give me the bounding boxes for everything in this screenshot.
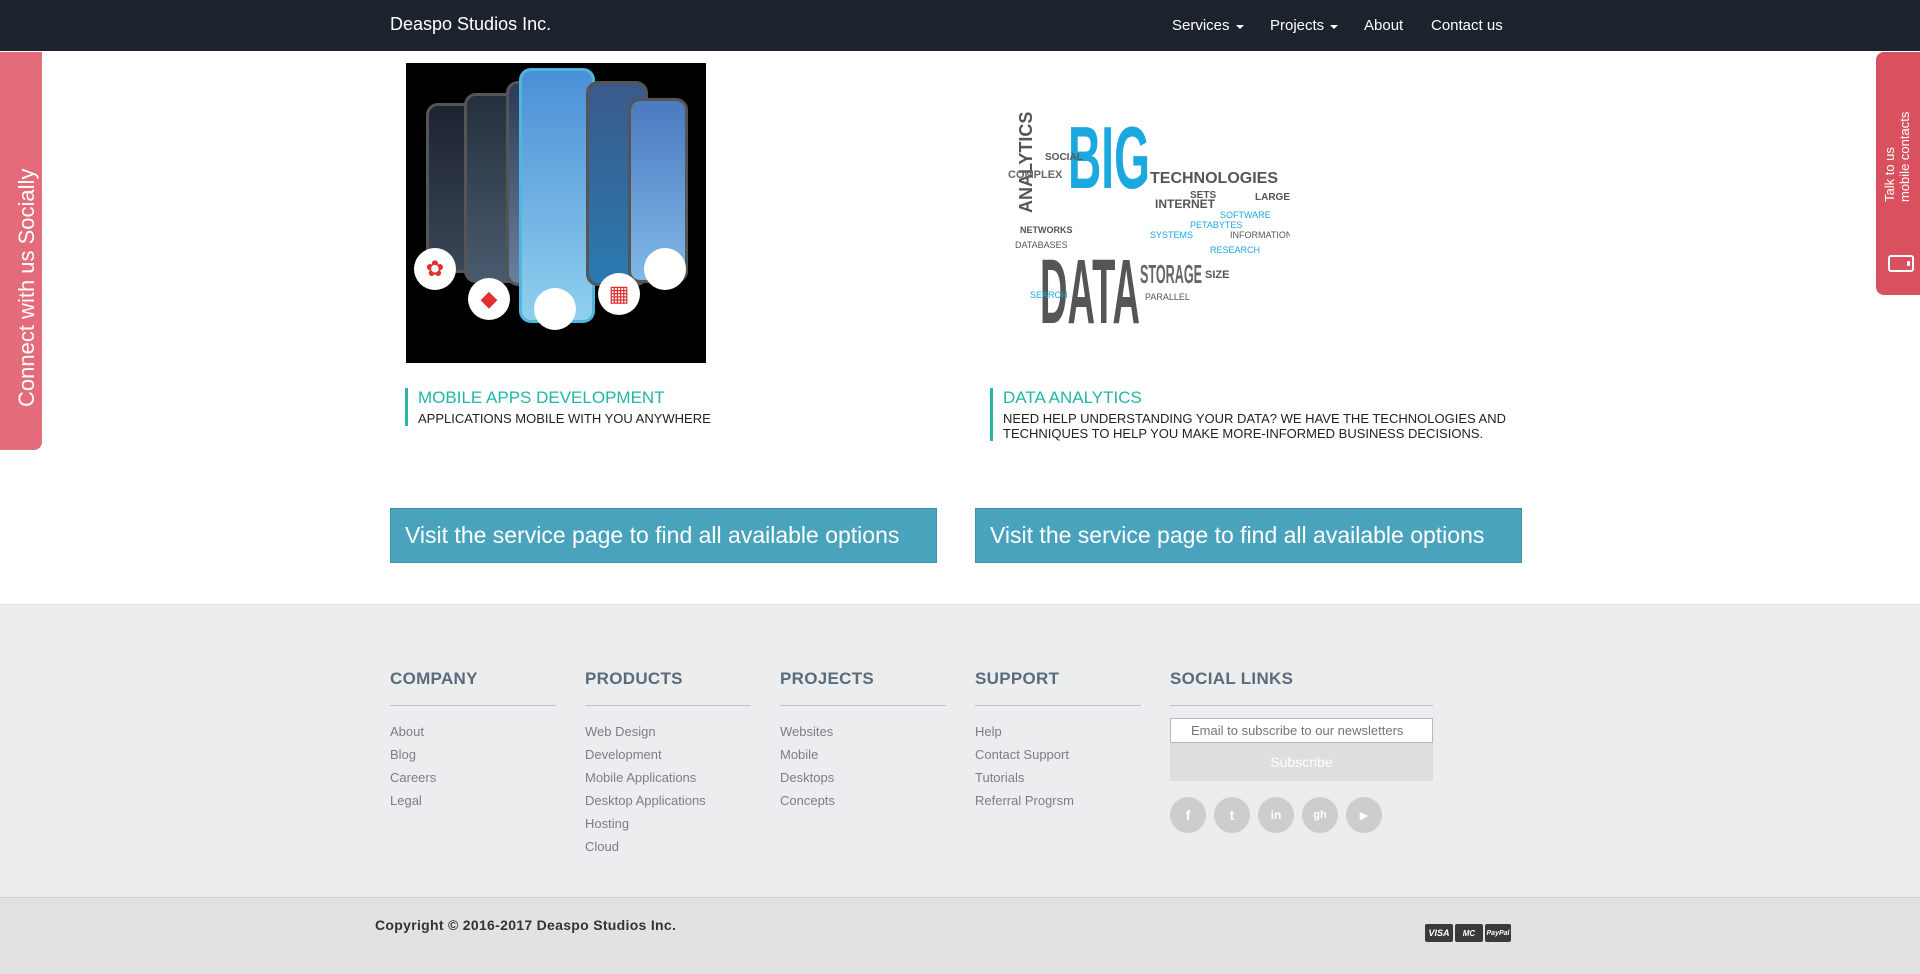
footer-link[interactable]: Websites: [780, 720, 946, 743]
copyright-text: Copyright © 2016-2017 Deaspo Studios Inc…: [375, 917, 677, 933]
nav-services-label: Services: [1172, 17, 1230, 34]
contact-tab-line1: Talk to us: [1882, 147, 1897, 202]
footer-link[interactable]: About: [390, 720, 556, 743]
divider: [390, 705, 556, 706]
nav-contact-label: Contact us: [1431, 17, 1503, 34]
bottom-bar: Copyright © 2016-2017 Deaspo Studios Inc…: [0, 897, 1920, 974]
footer-link[interactable]: Desktop Applications: [585, 789, 751, 812]
visa-icon: VISA: [1425, 924, 1453, 942]
big-data-image: BIG DATA TECHNOLOGIES STORAGE ANALYTICS …: [990, 88, 1292, 343]
mobile-phone-icon: [1888, 255, 1914, 272]
footer-link[interactable]: Development: [585, 743, 751, 766]
footer-col-social: SOCIAL LINKS: [1170, 669, 1433, 720]
svg-text:TECHNOLOGIES: TECHNOLOGIES: [1150, 170, 1278, 187]
linkedin-icon[interactable]: in: [1258, 797, 1294, 833]
connect-socially-label: Connect with us Socially: [14, 168, 39, 407]
svg-text:NETWORKS: NETWORKS: [1020, 225, 1073, 235]
footer-link[interactable]: Mobile: [780, 743, 946, 766]
footer-col-company: COMPANY About Blog Careers Legal: [390, 669, 556, 812]
divider: [780, 705, 946, 706]
visit-service-page-button[interactable]: Visit the service page to find all avail…: [390, 508, 937, 563]
svg-text:RESEARCH: RESEARCH: [1210, 245, 1260, 255]
youtube-icon[interactable]: ▶: [1346, 797, 1382, 833]
footer: COMPANY About Blog Careers Legal PRODUCT…: [0, 604, 1920, 897]
service-mobile-apps: MOBILE APPS DEVELOPMENT APPLICATIONS MOB…: [405, 388, 935, 426]
footer-link[interactable]: Hosting: [585, 812, 751, 835]
svg-text:SYSTEMS: SYSTEMS: [1150, 230, 1193, 240]
github-icon[interactable]: gh: [1302, 797, 1338, 833]
footer-link[interactable]: Tutorials: [975, 766, 1141, 789]
service-title: DATA ANALYTICS: [1003, 388, 1142, 407]
footer-col-products: PRODUCTS Web Design Development Mobile A…: [585, 669, 751, 858]
nav-projects[interactable]: Projects: [1270, 17, 1339, 34]
svg-text:SOFTWARE: SOFTWARE: [1220, 210, 1271, 220]
footer-link[interactable]: Web Design: [585, 720, 751, 743]
brand-logo[interactable]: Deaspo Studios Inc.: [390, 14, 551, 35]
footer-link[interactable]: Blog: [390, 743, 556, 766]
newsletter-email-input[interactable]: [1170, 718, 1433, 743]
caret-down-icon: [1330, 24, 1339, 29]
svg-text:INFORMATION: INFORMATION: [1230, 230, 1290, 240]
nav-about-label: About: [1364, 17, 1404, 34]
divider: [975, 705, 1141, 706]
footer-link[interactable]: Help: [975, 720, 1141, 743]
caret-down-icon: [1235, 24, 1244, 29]
footer-col-support: SUPPORT Help Contact Support Tutorials R…: [975, 669, 1141, 812]
contact-tab-text: Talk to us mobile contacts: [1882, 112, 1912, 202]
footer-heading: PROJECTS: [780, 669, 875, 688]
footer-link[interactable]: Careers: [390, 766, 556, 789]
svg-text:SETS: SETS: [1190, 190, 1216, 201]
service-data-analytics: DATA ANALYTICS NEED HELP UNDERSTANDING Y…: [990, 388, 1520, 441]
service-description: APPLICATIONS MOBILE WITH YOU ANYWHERE: [418, 411, 711, 426]
svg-text:SEARCH: SEARCH: [1030, 290, 1068, 300]
footer-heading: SOCIAL LINKS: [1170, 669, 1294, 688]
svg-text:SIZE: SIZE: [1205, 269, 1229, 281]
footer-heading: PRODUCTS: [585, 669, 683, 688]
nav-contact[interactable]: Contact us: [1431, 17, 1503, 34]
mastercard-icon: MC: [1455, 924, 1483, 942]
nav-about[interactable]: About: [1364, 17, 1403, 34]
connect-socially-tab[interactable]: Connect with us Socially: [0, 52, 42, 450]
twitter-icon[interactable]: t: [1214, 797, 1250, 833]
subscribe-button[interactable]: Subscribe: [1170, 743, 1433, 781]
visit-service-page-button[interactable]: Visit the service page to find all avail…: [975, 508, 1522, 563]
top-navbar: Deaspo Studios Inc. Services Projects Ab…: [0, 0, 1920, 51]
divider: [585, 705, 751, 706]
mobile-apps-image: ✿ ◆ ▦: [406, 63, 706, 363]
service-description: NEED HELP UNDERSTANDING YOUR DATA? WE HA…: [1003, 411, 1507, 441]
svg-text:COMPLEX: COMPLEX: [1008, 169, 1063, 181]
facebook-icon[interactable]: f: [1170, 797, 1206, 833]
svg-text:PARALLEL: PARALLEL: [1145, 292, 1190, 302]
footer-col-projects: PROJECTS Websites Mobile Desktops Concep…: [780, 669, 946, 812]
footer-link[interactable]: Contact Support: [975, 743, 1141, 766]
footer-link[interactable]: Mobile Applications: [585, 766, 751, 789]
footer-link[interactable]: Concepts: [780, 789, 946, 812]
footer-link[interactable]: Cloud: [585, 835, 751, 858]
nav-projects-label: Projects: [1270, 17, 1325, 34]
mobile-contacts-tab[interactable]: Talk to us mobile contacts: [1876, 52, 1920, 295]
svg-text:PETABYTES: PETABYTES: [1190, 220, 1242, 230]
footer-heading: SUPPORT: [975, 669, 1060, 688]
footer-link[interactable]: Legal: [390, 789, 556, 812]
svg-text:ANALYTICS: ANALYTICS: [1016, 112, 1036, 213]
paypal-icon: PayPal: [1485, 924, 1511, 942]
divider: [1170, 705, 1433, 706]
footer-heading: COMPANY: [390, 669, 478, 688]
svg-text:STORAGE: STORAGE: [1140, 259, 1202, 289]
footer-link[interactable]: Referral Progrsm: [975, 789, 1141, 812]
svg-text:SOCIAL: SOCIAL: [1045, 152, 1083, 163]
svg-text:LARGE: LARGE: [1255, 192, 1290, 203]
service-title: MOBILE APPS DEVELOPMENT: [418, 388, 665, 407]
footer-link[interactable]: Desktops: [780, 766, 946, 789]
nav-services[interactable]: Services: [1172, 17, 1244, 34]
contact-tab-line2: mobile contacts: [1897, 111, 1912, 202]
svg-text:DATABASES: DATABASES: [1015, 240, 1068, 250]
